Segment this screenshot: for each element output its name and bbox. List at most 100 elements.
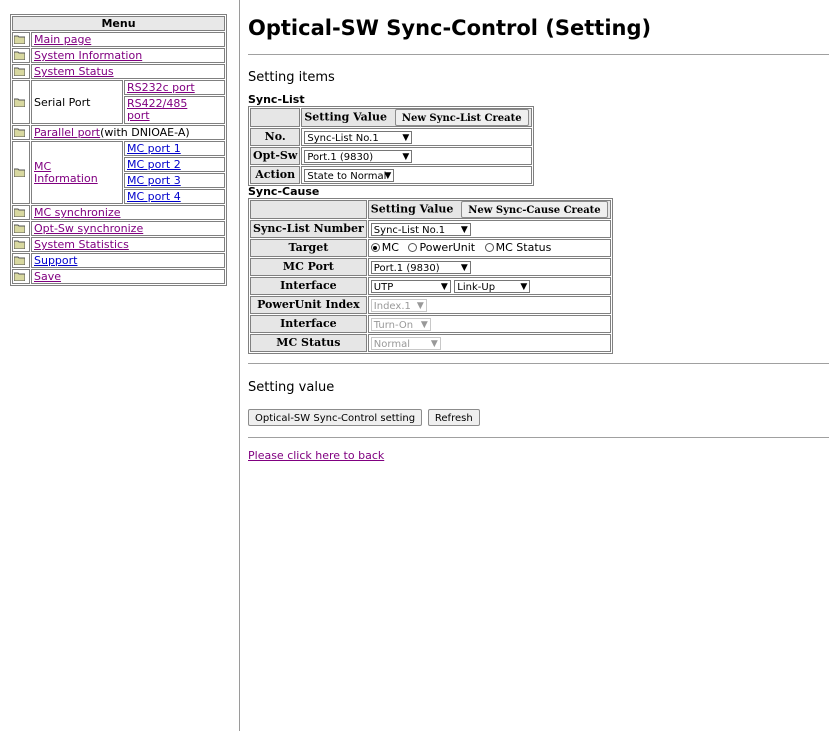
folder-icon bbox=[12, 237, 30, 252]
sync-list-no-select[interactable]: Sync-List No.1 ▼ bbox=[304, 130, 413, 144]
setting-items-heading: Setting items bbox=[248, 70, 335, 85]
folder-icon bbox=[12, 48, 30, 63]
action-value: State to Normal bbox=[307, 170, 387, 182]
mc-port-value: Port.1 (9830) bbox=[373, 262, 440, 274]
folder-icon bbox=[12, 221, 30, 236]
setting-value-header-text: Setting Value bbox=[370, 202, 454, 216]
optical-sw-sync-control-setting-button[interactable]: Optical-SW Sync-Control setting bbox=[248, 409, 423, 426]
menu-rs422-485-line2: port bbox=[127, 109, 150, 122]
target-mc-label: MC bbox=[381, 241, 399, 254]
menu-save-link[interactable]: Save bbox=[34, 270, 61, 283]
setting-value-header: Setting Value New Sync-Cause Create bbox=[367, 200, 611, 219]
folder-icon bbox=[12, 141, 30, 204]
powerunit-index-label: PowerUnit Index bbox=[250, 296, 367, 314]
sync-list-number-value: Sync-List No.1 bbox=[373, 224, 446, 236]
menu-mc-port-3-link[interactable]: MC port 3 bbox=[127, 174, 181, 187]
action-buttons: Optical-SW Sync-Control setting Refresh bbox=[248, 409, 829, 426]
mc-status-label: MC Status bbox=[250, 334, 367, 352]
interface-state-value: Link-Up bbox=[457, 281, 496, 293]
powerunit-index-select: Index.1 ▼ bbox=[370, 298, 427, 312]
target-powerunit-radio[interactable] bbox=[408, 243, 418, 252]
folder-icon bbox=[12, 32, 30, 47]
interface-2-select: Turn-On ▼ bbox=[370, 317, 431, 331]
divider bbox=[248, 363, 829, 364]
folder-icon bbox=[12, 80, 30, 124]
main-content: Optical-SW Sync-Control (Setting) Settin… bbox=[248, 0, 829, 462]
chevron-down-icon: ▼ bbox=[402, 151, 410, 162]
menu-mc-synchronize-link[interactable]: MC synchronize bbox=[34, 206, 120, 219]
sync-cause-table: Setting Value New Sync-Cause Create Sync… bbox=[248, 198, 613, 354]
menu-mc-information-link[interactable]: MC Information bbox=[34, 160, 98, 185]
divider bbox=[248, 54, 829, 55]
divider bbox=[248, 437, 829, 438]
mc-status-value: Normal bbox=[373, 338, 410, 350]
setting-value-heading: Setting value bbox=[248, 380, 335, 395]
folder-icon bbox=[12, 269, 30, 284]
chevron-down-icon: ▼ bbox=[460, 224, 468, 235]
menu-parallel-port-suffix: (with DNIOAE-A) bbox=[100, 126, 190, 139]
menu-support-link[interactable]: Support bbox=[34, 254, 77, 267]
opt-sw-value: Port.1 (9830) bbox=[307, 151, 374, 163]
sync-list-number-select[interactable]: Sync-List No.1 ▼ bbox=[370, 222, 471, 236]
menu-mc-port-2-link[interactable]: MC port 2 bbox=[127, 158, 181, 171]
back-link[interactable]: Please click here to back bbox=[248, 449, 384, 462]
chevron-down-icon: ▼ bbox=[460, 262, 468, 273]
powerunit-index-value: Index.1 bbox=[373, 300, 411, 312]
menu-mc-port-1-link[interactable]: MC port 1 bbox=[127, 142, 181, 155]
empty-header-cell bbox=[250, 200, 367, 219]
menu-main-page-link[interactable]: Main page bbox=[34, 33, 91, 46]
target-label: Target bbox=[250, 239, 367, 257]
target-mc-status-radio[interactable] bbox=[484, 243, 494, 252]
refresh-button[interactable]: Refresh bbox=[427, 409, 480, 426]
sync-list-table: Setting Value New Sync-List Create No. S… bbox=[248, 106, 534, 186]
menu-opt-sw-synchronize-link[interactable]: Opt-Sw synchronize bbox=[34, 222, 143, 235]
vertical-divider bbox=[239, 0, 240, 731]
interface-2-label: Interface bbox=[250, 315, 367, 333]
chevron-down-icon: ▼ bbox=[520, 281, 528, 292]
menu-title: Menu bbox=[12, 16, 225, 31]
setting-value-header: Setting Value New Sync-List Create bbox=[301, 108, 532, 127]
setting-value-header-text: Setting Value bbox=[304, 110, 387, 124]
empty-header-cell bbox=[250, 108, 301, 127]
new-sync-cause-create-button[interactable]: New Sync-Cause Create bbox=[461, 201, 608, 218]
target-mc-status-label: MC Status bbox=[495, 241, 552, 254]
chevron-down-icon: ▼ bbox=[402, 132, 410, 143]
opt-sw-label: Opt-Sw bbox=[250, 147, 301, 165]
menu-mc-information-line2: Information bbox=[34, 171, 98, 185]
chevron-down-icon: ▼ bbox=[440, 281, 448, 292]
menu-serial-port-label: Serial Port bbox=[31, 80, 123, 124]
menu-system-status-link[interactable]: System Status bbox=[34, 65, 114, 78]
chevron-down-icon: ▼ bbox=[420, 319, 428, 330]
sync-list-no-value: Sync-List No.1 bbox=[307, 132, 379, 144]
interface-state-select[interactable]: Link-Up ▼ bbox=[454, 279, 531, 293]
target-powerunit-label: PowerUnit bbox=[419, 241, 476, 254]
sync-list-label: Sync-List bbox=[248, 93, 305, 106]
menu-parallel-port-link[interactable]: Parallel port bbox=[34, 126, 100, 139]
menu-system-statistics-link[interactable]: System Statistics bbox=[34, 238, 129, 251]
mc-status-select: Normal ▼ bbox=[370, 336, 441, 350]
interface-label: Interface bbox=[250, 277, 367, 295]
folder-icon bbox=[12, 253, 30, 268]
menu-system-information-link[interactable]: System Information bbox=[34, 49, 142, 62]
menu-rs422-485-port-link[interactable]: RS422/485 port bbox=[127, 97, 187, 122]
side-menu: Menu Main page System Information System… bbox=[10, 14, 227, 286]
menu-rs232c-port-link[interactable]: RS232c port bbox=[127, 81, 195, 94]
action-label: Action bbox=[250, 166, 301, 184]
folder-icon bbox=[12, 205, 30, 220]
new-sync-list-create-button[interactable]: New Sync-List Create bbox=[394, 109, 529, 126]
interface-type-value: UTP bbox=[373, 281, 394, 293]
chevron-down-icon: ▼ bbox=[430, 338, 438, 349]
opt-sw-select[interactable]: Port.1 (9830) ▼ bbox=[304, 149, 413, 163]
folder-icon bbox=[12, 125, 30, 140]
chevron-down-icon: ▼ bbox=[384, 170, 392, 181]
target-mc-radio[interactable] bbox=[370, 243, 380, 252]
mc-port-select[interactable]: Port.1 (9830) ▼ bbox=[370, 260, 471, 274]
menu-mc-port-4-link[interactable]: MC port 4 bbox=[127, 190, 181, 203]
page-title: Optical-SW Sync-Control (Setting) bbox=[248, 16, 652, 40]
action-select[interactable]: State to Normal ▼ bbox=[304, 168, 395, 182]
mc-port-label: MC Port bbox=[250, 258, 367, 276]
sync-list-no-label: No. bbox=[250, 128, 301, 146]
interface-type-select[interactable]: UTP ▼ bbox=[370, 279, 451, 293]
sync-cause-label: Sync-Cause bbox=[248, 185, 320, 198]
folder-icon bbox=[12, 64, 30, 79]
